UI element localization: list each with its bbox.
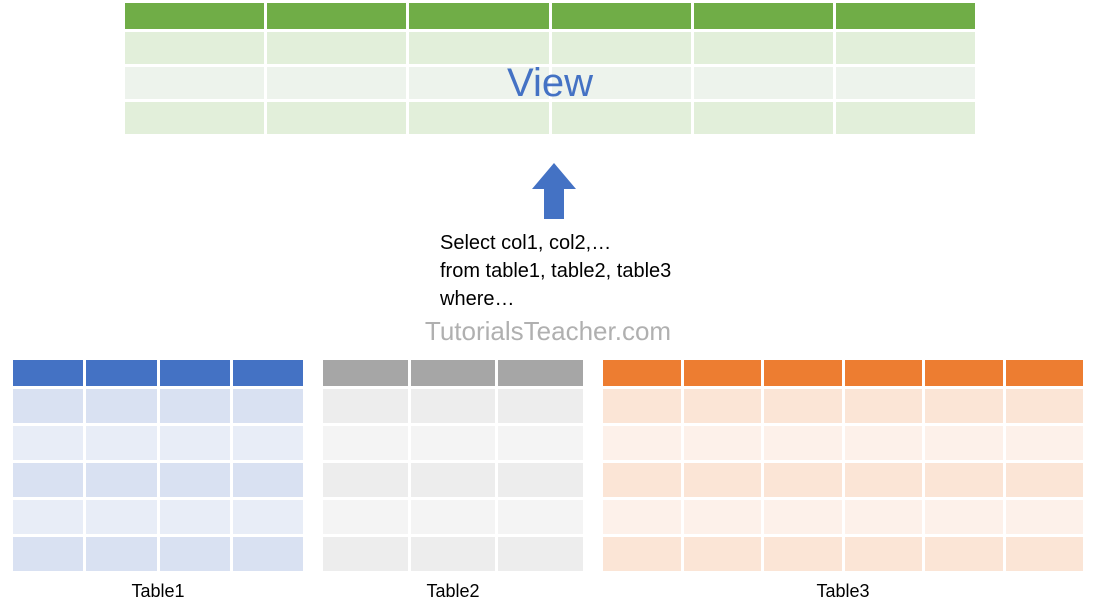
table3-header-cell	[845, 360, 923, 386]
view-row	[125, 102, 975, 134]
table2-header	[323, 360, 583, 386]
table3-header-cell	[764, 360, 842, 386]
view-cell	[409, 67, 548, 99]
view-cell	[267, 102, 406, 134]
view-header-cell	[836, 3, 975, 29]
table1-header-cell	[233, 360, 303, 386]
view-row	[125, 67, 975, 99]
view-header-cell	[125, 3, 264, 29]
view-header-cell	[267, 3, 406, 29]
view-cell	[552, 102, 691, 134]
table2-header-cell	[323, 360, 408, 386]
view-cell	[694, 67, 833, 99]
table1-header-cell	[86, 360, 156, 386]
sql-line-1: Select col1, col2,…	[440, 229, 671, 257]
table2: Table2	[323, 360, 583, 602]
table1-header-cell	[160, 360, 230, 386]
view-cell	[836, 102, 975, 134]
table3-header-cell	[603, 360, 681, 386]
view-cell	[552, 32, 691, 64]
sql-text: Select col1, col2,… from table1, table2,…	[440, 229, 671, 313]
table3-header-cell	[1006, 360, 1084, 386]
view-cell	[125, 67, 264, 99]
view-cell	[409, 32, 548, 64]
source-tables: Table1 Table2	[13, 360, 1083, 602]
view-row	[125, 32, 975, 64]
view-header-cell	[694, 3, 833, 29]
table2-header-cell	[411, 360, 496, 386]
table3-caption: Table3	[603, 581, 1083, 602]
sql-line-3: where…	[440, 285, 671, 313]
table3-header	[603, 360, 1083, 386]
view-cell	[409, 102, 548, 134]
table3-header-cell	[684, 360, 762, 386]
table2-header-cell	[498, 360, 583, 386]
view-cell	[267, 67, 406, 99]
table3: Table3	[603, 360, 1083, 602]
view-header-cell	[552, 3, 691, 29]
table1: Table1	[13, 360, 303, 602]
view-cell	[694, 32, 833, 64]
table1-caption: Table1	[13, 581, 303, 602]
view-header-row	[125, 3, 975, 29]
view-cell	[836, 32, 975, 64]
view-cell	[694, 102, 833, 134]
table2-caption: Table2	[323, 581, 583, 602]
up-arrow-icon	[532, 163, 576, 219]
table1-header-cell	[13, 360, 83, 386]
view-cell	[125, 102, 264, 134]
view-cell	[267, 32, 406, 64]
view-table: View	[125, 3, 975, 134]
table1-header	[13, 360, 303, 386]
view-header-cell	[409, 3, 548, 29]
sql-line-2: from table1, table2, table3	[440, 257, 671, 285]
view-cell	[125, 32, 264, 64]
view-cell	[552, 67, 691, 99]
watermark: TutorialsTeacher.com	[0, 316, 1096, 347]
view-grid	[125, 3, 975, 134]
table3-header-cell	[925, 360, 1003, 386]
view-cell	[836, 67, 975, 99]
